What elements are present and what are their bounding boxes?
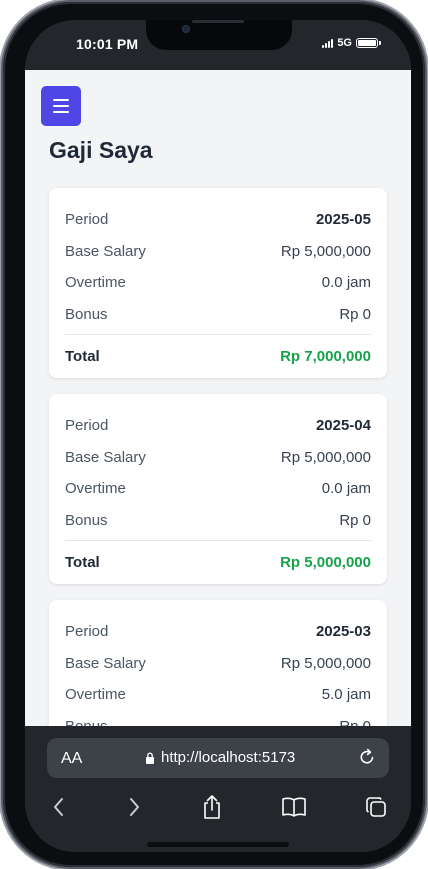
notch <box>146 20 292 50</box>
period-label: Period <box>65 417 109 435</box>
period-label: Period <box>65 211 109 229</box>
bonus-value: Rp 0 <box>339 718 371 726</box>
browser-toolbar: AA http://localhost:5173 <box>25 726 411 852</box>
base-salary-row: Base Salary Rp 5,000,000 <box>65 236 371 268</box>
chevron-left-icon <box>54 798 63 816</box>
front-camera <box>182 25 190 33</box>
browser-nav <box>25 792 411 826</box>
overtime-row: Overtime 0.0 jam <box>65 473 371 505</box>
period-label: Period <box>65 623 109 641</box>
overtime-row: Overtime 5.0 jam <box>65 679 371 711</box>
period-row: Period 2025-05 <box>65 204 371 236</box>
bookmarks-button[interactable] <box>279 792 309 822</box>
base-salary-value: Rp 5,000,000 <box>280 242 371 260</box>
base-salary-label: Base Salary <box>65 654 146 672</box>
book-icon <box>282 797 306 817</box>
reload-icon[interactable] <box>357 747 377 767</box>
total-label: Total <box>65 348 100 365</box>
bonus-row: Bonus Rp 0 <box>65 711 371 726</box>
status-bar: 10:01 PM 5G <box>25 20 411 70</box>
tabs-icon <box>366 797 386 817</box>
period-value: 2025-05 <box>315 211 371 229</box>
hamburger-icon <box>53 99 69 101</box>
bonus-label: Bonus <box>65 718 108 726</box>
base-salary-label: Base Salary <box>65 242 146 260</box>
tabs-button[interactable] <box>361 792 391 822</box>
base-salary-row: Base Salary Rp 5,000,000 <box>65 442 371 474</box>
total-label: Total <box>65 554 100 571</box>
menu-button[interactable] <box>41 86 81 126</box>
overtime-row: Overtime 0.0 jam <box>65 267 371 299</box>
total-value: Rp 7,000,000 <box>280 348 371 365</box>
home-indicator[interactable] <box>147 842 289 847</box>
address-bar[interactable]: AA http://localhost:5173 <box>47 738 389 778</box>
overtime-value: 5.0 jam <box>321 686 371 704</box>
overtime-label: Overtime <box>65 274 126 292</box>
period-row: Period 2025-03 <box>65 616 371 648</box>
base-salary-label: Base Salary <box>65 448 146 466</box>
bonus-row: Bonus Rp 0 <box>65 299 371 331</box>
app-content[interactable]: Gaji Saya Period 2025-05 Base Salary Rp … <box>25 70 411 726</box>
overtime-value: 0.0 jam <box>321 480 371 498</box>
share-icon <box>204 795 220 819</box>
bonus-row: Bonus Rp 0 <box>65 505 371 537</box>
period-value: 2025-03 <box>315 623 371 641</box>
chevron-right-icon <box>130 798 139 816</box>
battery-icon <box>356 38 381 48</box>
salary-card: Period 2025-03 Base Salary Rp 5,000,000 … <box>49 600 387 726</box>
bonus-label: Bonus <box>65 305 108 323</box>
signal-icon <box>322 38 334 48</box>
hamburger-icon-line <box>53 105 69 107</box>
overtime-value: 0.0 jam <box>321 274 371 292</box>
total-row: Total Rp 7,000,000 <box>65 334 371 376</box>
network-type: 5G <box>337 37 352 49</box>
lock-icon <box>146 752 154 764</box>
bonus-value: Rp 0 <box>339 511 371 529</box>
status-indicators: 5G <box>322 37 381 49</box>
hamburger-icon-line <box>53 111 69 113</box>
period-row: Period 2025-04 <box>65 410 371 442</box>
back-button[interactable] <box>44 792 74 822</box>
base-salary-value: Rp 5,000,000 <box>280 448 371 466</box>
period-value: 2025-04 <box>315 417 371 435</box>
bonus-label: Bonus <box>65 511 108 529</box>
total-value: Rp 5,000,000 <box>280 554 371 571</box>
url-display[interactable]: http://localhost:5173 <box>145 749 295 766</box>
salary-card: Period 2025-04 Base Salary Rp 5,000,000 … <box>49 394 387 584</box>
total-row: Total Rp 5,000,000 <box>65 540 371 582</box>
text-size-button[interactable]: AA <box>61 750 82 768</box>
overtime-label: Overtime <box>65 480 126 498</box>
overtime-label: Overtime <box>65 686 126 704</box>
bonus-value: Rp 0 <box>339 305 371 323</box>
screen: 10:01 PM 5G Gaji Saya Period 2025-05 Bas… <box>25 20 411 852</box>
url-text: http://localhost:5173 <box>161 749 296 766</box>
salary-card: Period 2025-05 Base Salary Rp 5,000,000 … <box>49 188 387 378</box>
status-time: 10:01 PM <box>76 36 139 52</box>
base-salary-row: Base Salary Rp 5,000,000 <box>65 648 371 680</box>
share-button[interactable] <box>197 792 227 822</box>
forward-button[interactable] <box>119 792 149 822</box>
phone-frame: 10:01 PM 5G Gaji Saya Period 2025-05 Bas… <box>3 2 425 867</box>
base-salary-value: Rp 5,000,000 <box>280 654 371 672</box>
page-title: Gaji Saya <box>49 137 153 163</box>
speaker <box>192 20 244 23</box>
